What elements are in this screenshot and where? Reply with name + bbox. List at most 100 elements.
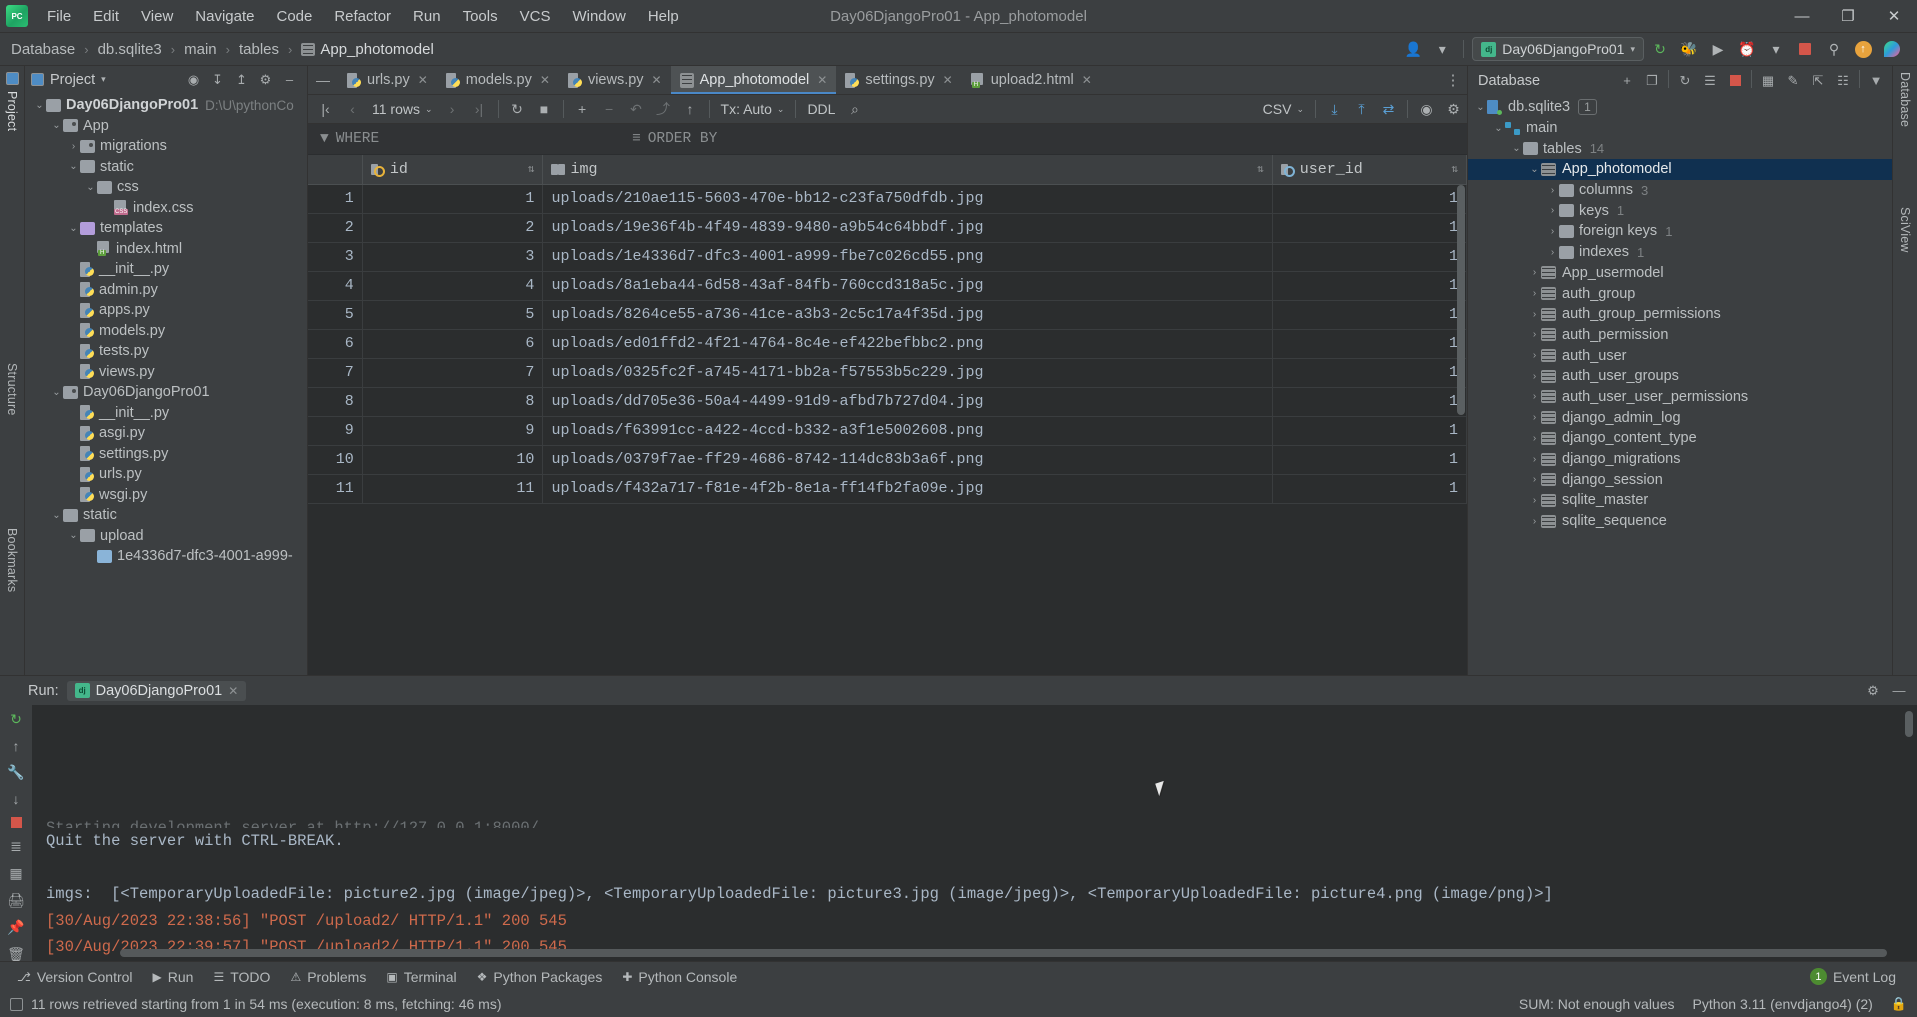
- project-tree-item[interactable]: apps.py: [25, 300, 307, 321]
- scroll-down-icon[interactable]: ↓: [4, 791, 28, 807]
- chevron-right-icon[interactable]: ›: [1528, 474, 1541, 485]
- project-tree-item[interactable]: ⌄ static: [25, 505, 307, 526]
- status-bar-item-python-console[interactable]: ✚ Python Console: [613, 967, 746, 987]
- export-format-selector[interactable]: CSV ⌄: [1257, 98, 1310, 121]
- import-data-icon[interactable]: ⤒: [1348, 98, 1375, 121]
- database-tree-item[interactable]: › App_usermodel: [1468, 263, 1892, 284]
- close-icon[interactable]: ✕: [418, 73, 428, 87]
- project-tree-item[interactable]: ⌄ App: [25, 116, 307, 137]
- project-tool-icon[interactable]: [5, 72, 19, 85]
- cell-user-id[interactable]: 1: [1272, 474, 1467, 504]
- add-datasource-icon[interactable]: +: [1615, 70, 1639, 92]
- soft-wrap-icon[interactable]: ▦: [4, 865, 28, 882]
- project-tree[interactable]: ⌄ Day06DjangoPro01 D:\U\pythonCo ⌄ App › migra…: [25, 93, 307, 675]
- edit-icon[interactable]: ✎: [1781, 70, 1805, 92]
- collapse-all-icon[interactable]: ↧: [206, 69, 229, 91]
- database-tree[interactable]: ⌄ db.sqlite3 1 ⌄ main ⌄ tables 14 ⌄ App_photomode…: [1468, 95, 1892, 675]
- coverage-icon[interactable]: ▶: [1705, 37, 1731, 61]
- chevron-down-icon[interactable]: ⌄: [1474, 102, 1487, 113]
- menu-item-refactor[interactable]: Refactor: [323, 4, 402, 29]
- editor-tab-views-py[interactable]: views.py ✕: [559, 66, 671, 94]
- menu-item-help[interactable]: Help: [637, 4, 690, 29]
- chevron-right-icon[interactable]: ›: [1528, 391, 1541, 402]
- project-tree-item[interactable]: index.css: [25, 198, 307, 219]
- editor-tab-models-py[interactable]: models.py ✕: [437, 66, 559, 94]
- diagram-icon[interactable]: ☷: [1831, 70, 1855, 92]
- breadcrumb-item-app-photomodel[interactable]: App_photomodel: [296, 39, 438, 60]
- print-icon[interactable]: 🖨: [4, 892, 28, 909]
- user-icon[interactable]: 👤: [1400, 37, 1426, 61]
- chevron-down-icon[interactable]: ⌄: [50, 120, 63, 131]
- editor-tab-upload2-html[interactable]: upload2.html ✕: [962, 66, 1101, 94]
- cell-id[interactable]: 6: [362, 329, 544, 359]
- sync-icon[interactable]: ↻: [1673, 70, 1697, 92]
- chevron-down-icon[interactable]: ⌄: [50, 387, 63, 398]
- cell-img[interactable]: uploads/0379f7ae-ff29-4686-8742-114dc83b…: [542, 445, 1273, 475]
- chevron-down-icon[interactable]: ⌄: [67, 161, 80, 172]
- hide-run-panel-icon[interactable]: —: [1887, 680, 1911, 702]
- cell-user-id[interactable]: 1: [1272, 416, 1467, 446]
- sort-indicator-icon[interactable]: ⇅: [1451, 162, 1458, 176]
- cell-id[interactable]: 8: [362, 387, 544, 417]
- cell-img[interactable]: uploads/f63991cc-a422-4ccd-b332-a3f1e500…: [542, 416, 1273, 446]
- database-tree-item[interactable]: › auth_group_permissions: [1468, 304, 1892, 325]
- cell-id[interactable]: 3: [362, 242, 544, 272]
- console-output[interactable]: Starting development server at http://12…: [32, 705, 1917, 961]
- project-tree-item[interactable]: index.html: [25, 239, 307, 260]
- table-row[interactable]: 8 8 uploads/dd705e36-50a4-4499-91d9-afbd7b…: [308, 387, 1467, 417]
- cell-user-id[interactable]: 1: [1272, 387, 1467, 417]
- filter-console-icon[interactable]: ≣: [4, 838, 28, 855]
- database-tree-item[interactable]: › django_admin_log: [1468, 407, 1892, 428]
- cell-id[interactable]: 5: [362, 300, 544, 330]
- sort-indicator-icon[interactable]: ⇅: [528, 162, 535, 176]
- hide-panel-icon[interactable]: –: [278, 69, 301, 91]
- database-tree-item[interactable]: › keys 1: [1468, 200, 1892, 221]
- status-bar-item-run[interactable]: ▶ Run: [144, 967, 203, 987]
- rerun-icon[interactable]: ↻: [1647, 37, 1673, 61]
- chevron-right-icon[interactable]: ›: [1528, 412, 1541, 423]
- filter-icon[interactable]: ▼: [1864, 70, 1888, 92]
- chevron-right-icon[interactable]: ›: [67, 141, 80, 152]
- close-icon[interactable]: ✕: [228, 684, 238, 698]
- project-tree-item[interactable]: asgi.py: [25, 423, 307, 444]
- database-tree-item[interactable]: › auth_group: [1468, 283, 1892, 304]
- editor-tab-urls-py[interactable]: urls.py ✕: [338, 66, 437, 94]
- view-options-icon[interactable]: ◉: [1413, 98, 1440, 121]
- chevron-down-icon[interactable]: ⌄: [1528, 164, 1541, 175]
- column-header-user-id[interactable]: user_id ⇅: [1272, 155, 1467, 185]
- left-strip-label-structure[interactable]: Structure: [5, 363, 19, 416]
- project-tree-item[interactable]: urls.py: [25, 464, 307, 485]
- add-row-icon[interactable]: +: [569, 98, 596, 121]
- project-tree-item[interactable]: ⌄ upload: [25, 526, 307, 547]
- project-tree-item[interactable]: ⌄ static: [25, 157, 307, 178]
- chevron-down-icon[interactable]: ⌄: [1510, 143, 1523, 154]
- last-page-icon[interactable]: ›|: [466, 98, 493, 121]
- chevron-down-icon[interactable]: ⌄: [84, 182, 97, 193]
- table-row[interactable]: 9 9 uploads/f63991cc-a422-4ccd-b332-a3f1e5…: [308, 416, 1467, 446]
- menu-item-navigate[interactable]: Navigate: [184, 4, 265, 29]
- editor-tab-settings-py[interactable]: settings.py ✕: [836, 66, 961, 94]
- search-icon[interactable]: ⚲: [1821, 37, 1847, 61]
- project-tree-item[interactable]: tests.py: [25, 341, 307, 362]
- cell-id[interactable]: 11: [362, 474, 544, 504]
- cell-id[interactable]: 9: [362, 416, 544, 446]
- sort-indicator-icon[interactable]: ⇅: [1257, 162, 1264, 176]
- chevron-right-icon[interactable]: ›: [1546, 247, 1559, 258]
- database-tree-item[interactable]: › sqlite_sequence: [1468, 511, 1892, 532]
- chevron-right-icon[interactable]: ›: [1528, 371, 1541, 382]
- reload-icon[interactable]: ↻: [504, 98, 531, 121]
- column-header-img[interactable]: img ⇅: [542, 155, 1273, 185]
- cell-img[interactable]: uploads/0325fc2f-a745-4171-bb2a-f57553b5…: [542, 358, 1273, 388]
- project-tree-item[interactable]: __init__.py: [25, 259, 307, 280]
- project-tree-item[interactable]: ⌄ Day06DjangoPro01 D:\U\pythonCo: [25, 95, 307, 116]
- stop-icon[interactable]: [1723, 70, 1747, 92]
- ddl-button[interactable]: DDL: [801, 98, 841, 121]
- chevron-down-icon[interactable]: ⌄: [33, 100, 46, 111]
- delete-row-icon[interactable]: −: [596, 98, 623, 121]
- editor-tab-app-photomodel[interactable]: App_photomodel ✕: [670, 66, 837, 94]
- database-tree-item[interactable]: ⌄ App_photomodel: [1468, 159, 1892, 180]
- project-tree-item[interactable]: 1e4336d7-dfc3-4001-a999-: [25, 546, 307, 567]
- chevron-right-icon[interactable]: ›: [1546, 185, 1559, 196]
- database-tree-item[interactable]: › indexes 1: [1468, 242, 1892, 263]
- database-tree-item[interactable]: ⌄ main: [1468, 118, 1892, 139]
